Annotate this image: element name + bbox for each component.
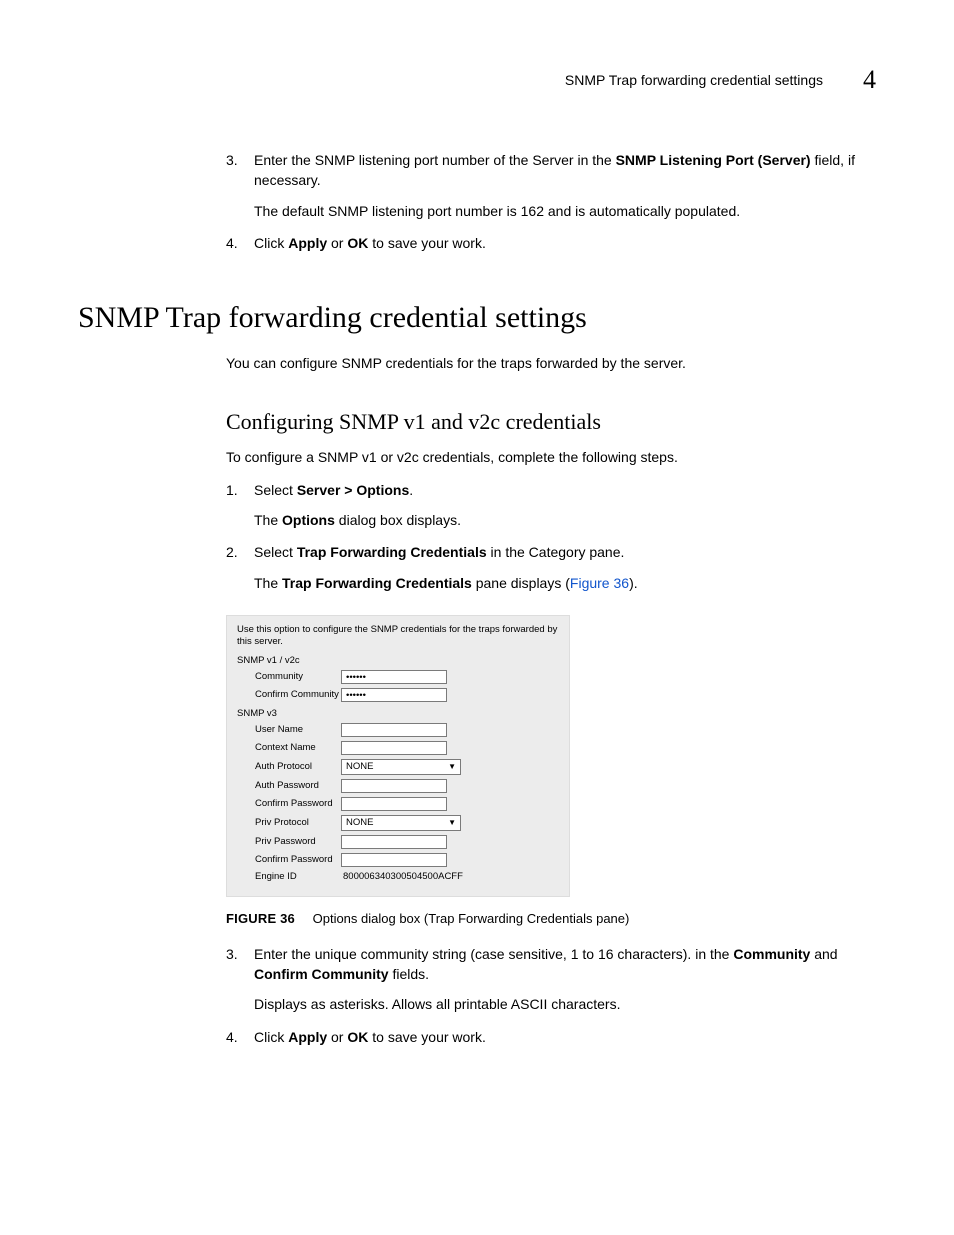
confirm-auth-password-input[interactable] bbox=[341, 797, 447, 811]
text: Enter the unique community string (case … bbox=[254, 946, 733, 962]
engine-id-label: Engine ID bbox=[255, 871, 341, 882]
text: pane displays ( bbox=[472, 575, 570, 591]
text: or bbox=[327, 1029, 347, 1045]
step-sub: The default SNMP listening port number i… bbox=[254, 201, 876, 221]
instruction-list-mid: Select Server > Options. The Options dial… bbox=[226, 480, 876, 593]
running-header: SNMP Trap forwarding credential settings… bbox=[78, 65, 876, 95]
step-item: Enter the SNMP listening port number of … bbox=[226, 150, 876, 221]
chevron-down-icon: ▼ bbox=[448, 816, 456, 830]
context-name-input[interactable] bbox=[341, 741, 447, 755]
community-label: Community bbox=[255, 671, 341, 682]
header-title: SNMP Trap forwarding credential settings bbox=[565, 72, 823, 88]
chevron-down-icon: ▼ bbox=[448, 760, 456, 774]
community-input[interactable]: •••••• bbox=[341, 670, 447, 684]
confirm-priv-password-label: Confirm Password bbox=[255, 854, 341, 865]
confirm-priv-password-input[interactable] bbox=[341, 853, 447, 867]
text: . bbox=[409, 482, 413, 498]
instruction-list-bottom: Enter the unique community string (case … bbox=[226, 944, 876, 1047]
bold-text: Community bbox=[733, 946, 810, 962]
text: The bbox=[254, 512, 282, 528]
figure-title: Options dialog box (Trap Forwarding Cred… bbox=[313, 911, 630, 926]
step-sub: Displays as asterisks. Allows all printa… bbox=[254, 994, 876, 1014]
text: fields. bbox=[389, 966, 429, 982]
bold-text: OK bbox=[347, 235, 368, 251]
step-item: Enter the unique community string (case … bbox=[226, 944, 876, 1015]
bold-text: Server > Options bbox=[297, 482, 409, 498]
text: Select bbox=[254, 544, 297, 560]
intro-paragraph-2: To configure a SNMP v1 or v2c credential… bbox=[226, 447, 876, 467]
context-name-label: Context Name bbox=[255, 742, 341, 753]
dialog-screenshot: Use this option to configure the SNMP cr… bbox=[226, 615, 570, 897]
chapter-number: 4 bbox=[863, 65, 876, 95]
text: The bbox=[254, 575, 282, 591]
dialog-hint: Use this option to configure the SNMP cr… bbox=[237, 624, 559, 649]
step-item: Click Apply or OK to save your work. bbox=[226, 233, 876, 253]
instruction-list-top: Enter the SNMP listening port number of … bbox=[226, 150, 876, 253]
priv-protocol-label: Priv Protocol bbox=[255, 817, 341, 828]
figure-link[interactable]: Figure 36 bbox=[570, 575, 629, 591]
text: in the Category pane. bbox=[487, 544, 625, 560]
text: Click bbox=[254, 235, 288, 251]
confirm-community-input[interactable]: •••••• bbox=[341, 688, 447, 702]
priv-password-label: Priv Password bbox=[255, 836, 341, 847]
snmp-v3-section: SNMP v3 bbox=[237, 708, 559, 719]
step-sub: The Trap Forwarding Credentials pane dis… bbox=[254, 573, 876, 593]
auth-protocol-value: NONE bbox=[346, 760, 373, 774]
engine-id-value: 800006340300504500ACFF bbox=[341, 871, 463, 882]
text: to save your work. bbox=[368, 235, 486, 251]
text: Enter the SNMP listening port number of … bbox=[254, 152, 616, 168]
priv-protocol-select[interactable]: NONE ▼ bbox=[341, 815, 461, 831]
heading-1: SNMP Trap forwarding credential settings bbox=[78, 301, 876, 335]
snmp-v1-v2c-section: SNMP v1 / v2c bbox=[237, 655, 559, 666]
confirm-community-label: Confirm Community bbox=[255, 689, 341, 700]
step-item: Select Trap Forwarding Credentials in th… bbox=[226, 542, 876, 593]
username-input[interactable] bbox=[341, 723, 447, 737]
figure-caption: FIGURE 36 Options dialog box (Trap Forwa… bbox=[226, 911, 876, 926]
figure-label: FIGURE 36 bbox=[226, 911, 295, 926]
text: or bbox=[327, 235, 347, 251]
step-sub: The Options dialog box displays. bbox=[254, 510, 876, 530]
bold-text: Apply bbox=[288, 1029, 327, 1045]
auth-protocol-select[interactable]: NONE ▼ bbox=[341, 759, 461, 775]
bold-text: SNMP Listening Port (Server) bbox=[616, 152, 811, 168]
text: dialog box displays. bbox=[335, 512, 461, 528]
text: ). bbox=[629, 575, 638, 591]
text: and bbox=[810, 946, 837, 962]
bold-text: Trap Forwarding Credentials bbox=[297, 544, 487, 560]
intro-paragraph-1: You can configure SNMP credentials for t… bbox=[226, 353, 876, 373]
auth-password-label: Auth Password bbox=[255, 780, 341, 791]
username-label: User Name bbox=[255, 724, 341, 735]
bold-text: Confirm Community bbox=[254, 966, 389, 982]
bold-text: Apply bbox=[288, 235, 327, 251]
step-item: Click Apply or OK to save your work. bbox=[226, 1027, 876, 1047]
bold-text: Options bbox=[282, 512, 335, 528]
text: Select bbox=[254, 482, 297, 498]
priv-protocol-value: NONE bbox=[346, 816, 373, 830]
bold-text: Trap Forwarding Credentials bbox=[282, 575, 472, 591]
text: Click bbox=[254, 1029, 288, 1045]
heading-2: Configuring SNMP v1 and v2c credentials bbox=[226, 409, 876, 435]
priv-password-input[interactable] bbox=[341, 835, 447, 849]
step-item: Select Server > Options. The Options dial… bbox=[226, 480, 876, 531]
auth-protocol-label: Auth Protocol bbox=[255, 761, 341, 772]
bold-text: OK bbox=[347, 1029, 368, 1045]
text: to save your work. bbox=[368, 1029, 486, 1045]
auth-password-input[interactable] bbox=[341, 779, 447, 793]
confirm-auth-password-label: Confirm Password bbox=[255, 798, 341, 809]
